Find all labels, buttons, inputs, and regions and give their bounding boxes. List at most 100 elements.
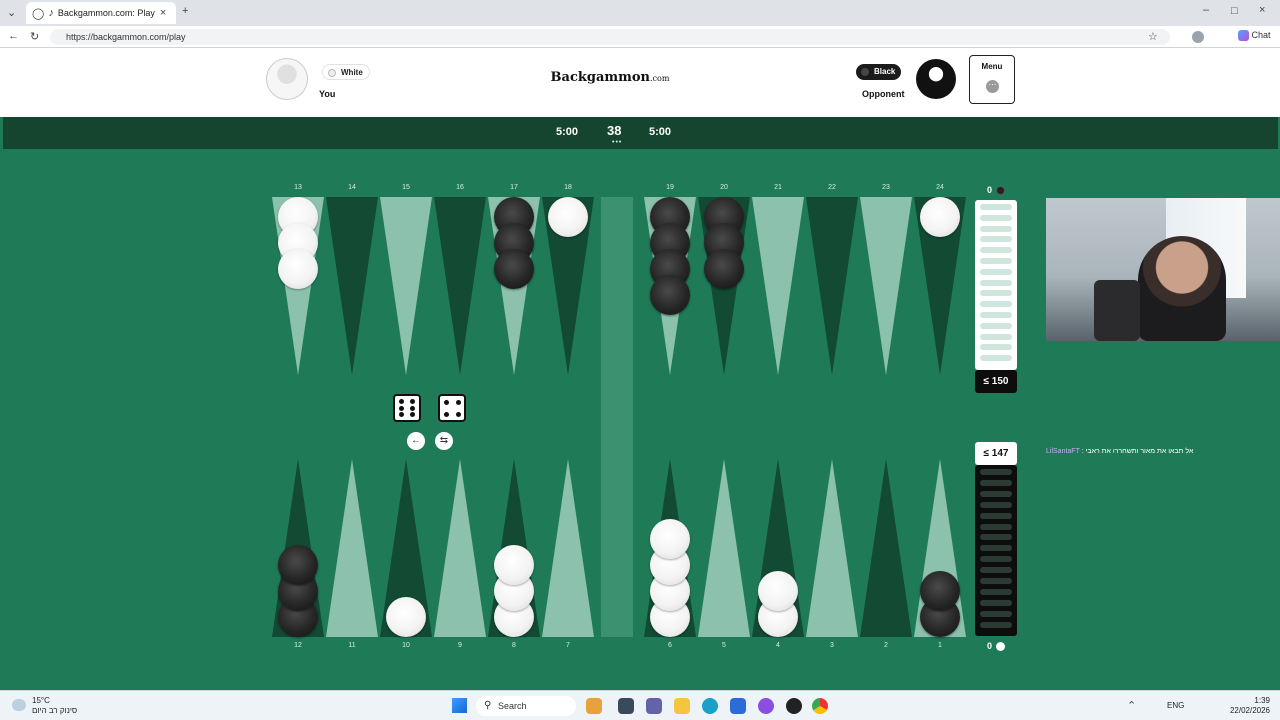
point-label-18: 18 <box>564 184 572 191</box>
tab-title: Backgammon.com: Play Onlin <box>57 8 156 18</box>
bearoff-slot <box>980 545 1012 552</box>
undo-button[interactable]: ← <box>407 432 425 450</box>
bearoff-slot <box>980 204 1012 210</box>
right-board-half <box>643 197 967 637</box>
maximize-icon[interactable]: □ <box>1231 5 1238 17</box>
point-label-9: 9 <box>458 642 462 649</box>
bearoff-slot <box>980 588 1012 595</box>
player-avatar <box>266 58 308 100</box>
opponent-pip-count: ≤ 150 <box>975 370 1017 393</box>
weather-widget[interactable]: 15°C סינוק רב היום <box>32 696 77 716</box>
bearoff-slot <box>980 610 1012 617</box>
webcam-overlay <box>1046 198 1280 341</box>
board-bar[interactable] <box>601 197 633 637</box>
black-checker-point-17[interactable] <box>494 249 534 289</box>
white-checker-point-24[interactable] <box>920 197 960 237</box>
taskbar-clock[interactable]: 1:39 22/02/2026 <box>1226 696 1270 716</box>
bearoff-slot <box>980 279 1012 286</box>
reload-icon[interactable]: ↻ <box>30 30 39 43</box>
player-pip-count: ≤ 147 <box>975 442 1017 465</box>
bearoff-slot <box>980 556 1012 563</box>
undo-icon: ← <box>411 435 421 446</box>
bearoff-slot <box>980 312 1012 318</box>
teams-icon[interactable] <box>646 698 662 714</box>
die-1[interactable] <box>393 394 421 422</box>
messenger-icon[interactable] <box>758 698 774 714</box>
point-label-7: 7 <box>566 642 570 649</box>
bearoff-slot <box>980 247 1012 254</box>
address-bar: ← ↻ https://backgammon.com/play ☆ Chat <box>0 26 1280 48</box>
favorite-star-icon[interactable]: ☆ <box>1148 30 1158 43</box>
close-tab-icon[interactable]: × <box>160 7 166 19</box>
site-logo[interactable]: Backgammon.com <box>540 70 680 85</box>
chat-label: Chat <box>1251 30 1271 40</box>
point-label-2: 2 <box>884 642 888 649</box>
point-label-12: 12 <box>294 642 302 649</box>
white-checker-point-10[interactable] <box>386 597 426 637</box>
app-icon[interactable] <box>786 698 802 714</box>
bearoff-slot <box>980 523 1012 530</box>
bearoff-slot <box>980 301 1012 308</box>
file-explorer-icon[interactable] <box>674 698 690 714</box>
bearoff-slot <box>980 322 1012 329</box>
white-checker-point-18[interactable] <box>548 197 588 237</box>
close-window-icon[interactable]: × <box>1259 4 1265 16</box>
profile-icon[interactable] <box>1192 31 1204 43</box>
tab-list-icon[interactable]: ⌄ <box>7 6 16 19</box>
taskbar-search[interactable]: ⚲ Search <box>476 696 576 716</box>
bearoff-slot <box>980 225 1012 232</box>
point-label-4: 4 <box>776 642 780 649</box>
menu-label: Menu <box>981 62 1003 71</box>
opponent-color-badge: Black <box>856 64 902 80</box>
url-text: https://backgammon.com/play <box>66 32 186 42</box>
logo-text: Backgammon <box>550 70 651 85</box>
task-view-icon[interactable] <box>618 698 634 714</box>
die-pip <box>410 405 416 411</box>
browser-tab[interactable]: ◯ ♪ Backgammon.com: Play Onlin × <box>26 2 176 24</box>
browser-tab-strip: ⌄ ◯ ♪ Backgammon.com: Play Onlin × + – □… <box>0 0 1280 26</box>
point-label-15: 15 <box>402 184 410 191</box>
black-dot-icon <box>861 68 869 76</box>
white-checker-point-4[interactable] <box>758 571 798 611</box>
player-bearoff-tray[interactable] <box>975 465 1017 636</box>
chrome-icon[interactable] <box>812 698 828 714</box>
back-icon[interactable]: ← <box>8 30 19 42</box>
black-checker-point-1[interactable] <box>920 571 960 611</box>
edge-icon[interactable] <box>702 698 718 714</box>
point-label-8: 8 <box>512 642 516 649</box>
url-field[interactable]: https://backgammon.com/play <box>50 29 1170 45</box>
black-off-icon <box>996 186 1005 195</box>
die-2[interactable] <box>438 394 466 422</box>
swap-dice-button[interactable]: ⇆ <box>435 432 453 450</box>
minimize-icon[interactable]: – <box>1203 4 1209 16</box>
point-label-24: 24 <box>936 184 944 191</box>
opponent-bearoff-tray[interactable] <box>975 200 1017 370</box>
white-off-icon <box>996 642 1005 651</box>
menu-button[interactable]: Menu ⋯ <box>969 55 1015 104</box>
player-color-label: White <box>341 68 363 77</box>
bearoff-slot <box>980 290 1012 297</box>
store-icon[interactable] <box>730 698 746 714</box>
chat-button[interactable]: Chat <box>1238 30 1271 42</box>
die-pip <box>398 412 404 418</box>
black-checker-point-19[interactable] <box>650 275 690 315</box>
bearoff-slot <box>980 578 1012 584</box>
new-tab-icon[interactable]: + <box>182 5 188 17</box>
windows-taskbar: 15°C סינוק רב היום ⚲ Search ⌃ ENG 1:39 2… <box>0 690 1280 720</box>
black-checker-point-12[interactable] <box>278 545 318 585</box>
white-checker-point-8[interactable] <box>494 545 534 585</box>
widgets-icon[interactable] <box>586 698 602 714</box>
copilot-icon <box>1238 30 1249 42</box>
tray-overflow-icon[interactable]: ⌃ <box>1127 699 1136 712</box>
windows-start-icon[interactable] <box>452 698 467 713</box>
die-pip <box>455 399 461 405</box>
die-pip <box>455 411 461 417</box>
white-checker-point-6[interactable] <box>650 519 690 559</box>
white-checker-point-13[interactable] <box>278 249 318 289</box>
die-pip <box>443 399 449 405</box>
white-dot-icon <box>328 69 336 77</box>
black-checker-point-20[interactable] <box>704 249 744 289</box>
speaker-icon[interactable]: ♪ <box>48 7 54 19</box>
bearoff-slot <box>980 501 1012 508</box>
language-indicator[interactable]: ENG <box>1167 701 1184 710</box>
